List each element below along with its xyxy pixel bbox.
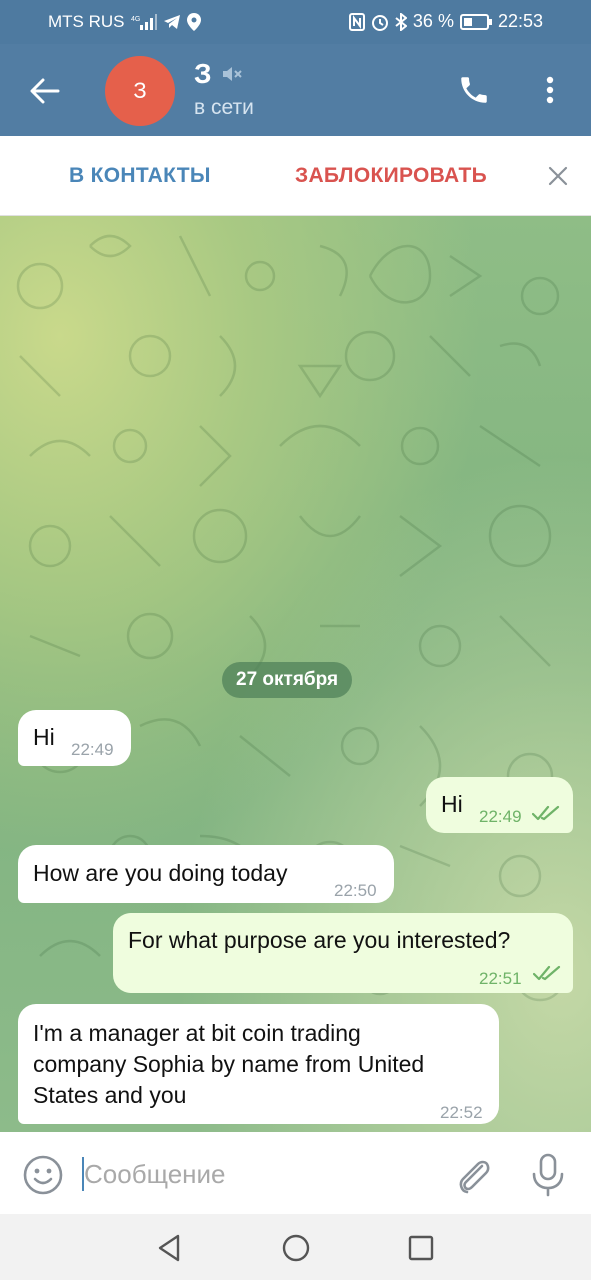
incoming-message[interactable]: How are you doing today 22:50 (18, 845, 394, 903)
block-user-button[interactable]: ЗАБЛОКИРОВАТЬ (295, 164, 487, 188)
status-right: 36 % 22:53 (348, 11, 543, 32)
nav-recents-button[interactable] (405, 1232, 437, 1264)
muted-speaker-icon (222, 67, 242, 81)
outgoing-message[interactable]: For what purpose are you interested? 22:… (113, 913, 573, 993)
message-time: 22:50 (334, 881, 377, 900)
square-recents-icon (408, 1235, 434, 1261)
more-vertical-icon (546, 76, 554, 104)
microphone-icon (532, 1153, 564, 1197)
phone-icon (461, 77, 487, 103)
avatar[interactable]: З (105, 56, 175, 126)
nav-back-button[interactable] (154, 1232, 186, 1264)
message-time: 22:49 (71, 740, 114, 759)
close-icon (548, 166, 568, 186)
message-time: 22:51 (479, 969, 522, 988)
back-arrow-icon (30, 78, 60, 104)
read-double-check-icon (533, 965, 561, 981)
chat-header: З З в сети (0, 44, 591, 136)
date-separator: 27 октября (222, 662, 353, 698)
alarm-icon (371, 13, 389, 31)
status-left: MTS RUS 4G (48, 12, 201, 32)
paperclip-icon (459, 1160, 490, 1194)
incoming-message[interactable]: Hi 22:49 (18, 710, 131, 766)
message-time: 22:52 (440, 1103, 483, 1122)
chat-area[interactable]: 27 октября Hi 22:49 Hi 22:49 How are you… (0, 216, 591, 1132)
location-icon (186, 13, 201, 31)
avatar-initial: З (133, 78, 147, 103)
back-button[interactable] (22, 68, 68, 114)
system-nav-bar (0, 1214, 591, 1280)
message-composer (0, 1132, 591, 1214)
message-line: company Sophia by name from United (33, 1051, 425, 1077)
message-time: 22:49 (479, 807, 522, 826)
read-double-check-icon (532, 805, 560, 821)
message-input[interactable] (84, 1154, 424, 1194)
message-text: Hi (33, 724, 55, 750)
signal-icon: 4G (131, 14, 157, 30)
battery-icon (459, 13, 492, 30)
call-button[interactable] (452, 68, 496, 112)
emoji-button[interactable] (22, 1154, 64, 1196)
carrier-label: MTS RUS (48, 12, 125, 31)
triangle-back-icon (158, 1234, 180, 1262)
message-text: For what purpose are you interested? (128, 927, 511, 953)
incoming-message[interactable]: I'm a manager at bit coin trading compan… (18, 1004, 499, 1124)
close-action-bar-button[interactable] (540, 158, 576, 194)
message-text: I'm a manager at bit coin trading compan… (33, 1018, 493, 1111)
bluetooth-icon (395, 12, 407, 31)
outgoing-message[interactable]: Hi 22:49 (426, 777, 573, 833)
svg-text:4G: 4G (131, 16, 140, 23)
message-line: States and you (33, 1082, 187, 1108)
circle-home-icon (282, 1234, 310, 1262)
message-text: How are you doing today (33, 860, 288, 886)
smiley-icon (23, 1155, 63, 1195)
nav-home-button[interactable] (280, 1232, 312, 1264)
chat-title[interactable]: З (194, 58, 242, 90)
chat-name-text: З (194, 58, 212, 89)
attach-button[interactable] (452, 1154, 494, 1196)
add-to-contacts-button[interactable]: В КОНТАКТЫ (69, 164, 211, 188)
nfc-icon (348, 12, 365, 31)
clock: 22:53 (497, 11, 543, 31)
battery-percent: 36 % (412, 11, 454, 31)
more-menu-button[interactable] (532, 68, 568, 112)
telegram-icon (163, 14, 181, 30)
message-line: I'm a manager at bit coin trading (33, 1020, 361, 1046)
message-text: Hi (441, 791, 463, 817)
voice-record-button[interactable] (528, 1152, 568, 1198)
online-status: в сети (194, 96, 254, 119)
status-bar: MTS RUS 4G 36 % 22:53 (0, 0, 591, 44)
contact-action-bar: В КОНТАКТЫ ЗАБЛОКИРОВАТЬ (0, 136, 591, 216)
